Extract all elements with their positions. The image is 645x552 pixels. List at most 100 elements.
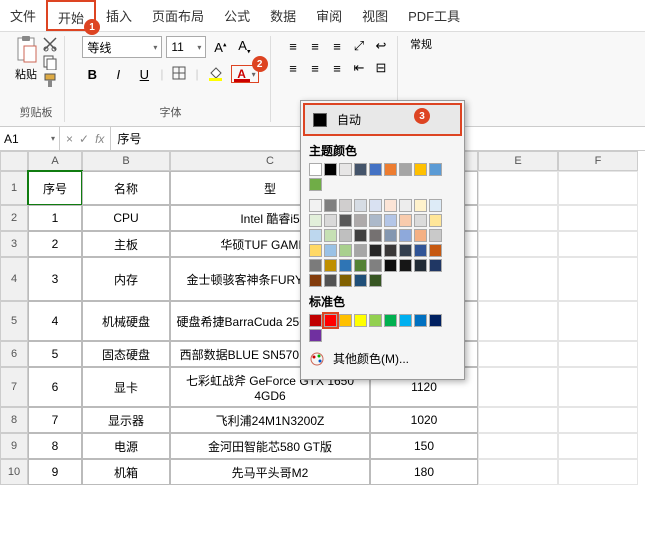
color-swatch[interactable] (429, 244, 442, 257)
color-swatch[interactable] (309, 314, 322, 327)
color-swatch[interactable] (369, 244, 382, 257)
cell[interactable]: 5 (28, 341, 82, 367)
color-swatch[interactable] (309, 214, 322, 227)
cell[interactable]: 3 (28, 257, 82, 301)
color-swatch[interactable] (414, 163, 427, 176)
row-header[interactable]: 9 (0, 433, 28, 459)
align-middle-button[interactable]: ≡ (305, 36, 325, 56)
color-swatch[interactable] (399, 229, 412, 242)
cell[interactable]: 1 (28, 205, 82, 231)
menu-file[interactable]: 文件 (0, 0, 46, 31)
wrap-button[interactable]: ↩ (371, 36, 391, 56)
color-swatch[interactable] (324, 274, 337, 287)
color-swatch[interactable] (384, 314, 397, 327)
color-swatch[interactable] (309, 199, 322, 212)
color-swatch[interactable] (339, 214, 352, 227)
align-left-button[interactable]: ≡ (283, 58, 303, 78)
color-swatch[interactable] (414, 314, 427, 327)
color-swatch[interactable] (369, 229, 382, 242)
cell[interactable] (558, 459, 638, 485)
bold-button[interactable]: B (82, 64, 102, 84)
italic-button[interactable]: I (108, 64, 128, 84)
align-right-button[interactable]: ≡ (327, 58, 347, 78)
cell[interactable] (478, 205, 558, 231)
color-swatch[interactable] (369, 314, 382, 327)
cell[interactable] (558, 433, 638, 459)
cell[interactable]: 金河田智能芯580 GT版 (170, 433, 370, 459)
menu-home[interactable]: 开始 1 (46, 0, 96, 31)
cell[interactable] (558, 341, 638, 367)
color-swatch[interactable] (309, 259, 322, 272)
cell[interactable]: 150 (370, 433, 478, 459)
col-header-B[interactable]: B (82, 151, 170, 171)
name-box[interactable]: A1 ▾ (0, 127, 60, 150)
cell[interactable]: 显示器 (82, 407, 170, 433)
color-swatch[interactable] (354, 214, 367, 227)
color-swatch[interactable] (309, 178, 322, 191)
paste-button[interactable]: 粘贴 (14, 36, 38, 88)
cancel-icon[interactable]: × (66, 132, 73, 146)
color-swatch[interactable] (369, 163, 382, 176)
color-swatch[interactable] (414, 199, 427, 212)
select-all-corner[interactable] (0, 151, 28, 171)
color-swatch[interactable] (384, 163, 397, 176)
cell[interactable] (558, 301, 638, 341)
menu-layout[interactable]: 页面布局 (142, 0, 214, 31)
color-swatch[interactable] (399, 244, 412, 257)
indent-dec-button[interactable]: ⇤ (349, 58, 369, 78)
color-swatch[interactable] (354, 274, 367, 287)
merge-button[interactable]: ⊟ (371, 58, 391, 78)
color-swatch[interactable] (429, 229, 442, 242)
cell[interactable]: 8 (28, 433, 82, 459)
color-swatch[interactable] (309, 329, 322, 342)
col-header-F[interactable]: F (558, 151, 638, 171)
color-swatch[interactable] (369, 199, 382, 212)
align-bottom-button[interactable]: ≡ (327, 36, 347, 56)
cell[interactable]: 电源 (82, 433, 170, 459)
color-swatch[interactable] (354, 259, 367, 272)
cell[interactable] (558, 205, 638, 231)
row-header[interactable]: 6 (0, 341, 28, 367)
more-colors-item[interactable]: 其他颜色(M)... (301, 344, 464, 373)
borders-button[interactable] (169, 64, 189, 84)
cell[interactable]: 1020 (370, 407, 478, 433)
color-swatch[interactable] (399, 314, 412, 327)
color-swatch[interactable] (369, 214, 382, 227)
color-swatch[interactable] (429, 259, 442, 272)
color-swatch[interactable] (309, 163, 322, 176)
color-swatch[interactable] (384, 259, 397, 272)
color-swatch[interactable] (384, 214, 397, 227)
cell[interactable] (558, 367, 638, 407)
font-size-select[interactable]: 11 ▾ (166, 36, 206, 58)
cell[interactable]: 主板 (82, 231, 170, 257)
color-swatch[interactable] (339, 259, 352, 272)
row-header[interactable]: 4 (0, 257, 28, 301)
menu-pdf[interactable]: PDF工具 (398, 0, 470, 31)
color-swatch[interactable] (429, 314, 442, 327)
color-swatch[interactable] (324, 199, 337, 212)
cell[interactable]: 4 (28, 301, 82, 341)
format-painter-icon[interactable] (42, 72, 58, 88)
color-swatch[interactable] (384, 199, 397, 212)
row-header[interactable]: 7 (0, 367, 28, 407)
align-top-button[interactable]: ≡ (283, 36, 303, 56)
fx-icon[interactable]: fx (95, 132, 104, 146)
color-swatch[interactable] (429, 199, 442, 212)
cell[interactable] (478, 367, 558, 407)
cell[interactable] (558, 257, 638, 301)
color-swatch[interactable] (324, 214, 337, 227)
color-swatch[interactable] (339, 229, 352, 242)
cell[interactable]: CPU (82, 205, 170, 231)
shrink-font-button[interactable]: A▾ (234, 37, 254, 57)
cell[interactable]: 内存 (82, 257, 170, 301)
color-swatch[interactable] (399, 163, 412, 176)
cell[interactable]: 飞利浦24M1N3200Z (170, 407, 370, 433)
cell[interactable]: 180 (370, 459, 478, 485)
color-swatch[interactable] (414, 259, 427, 272)
cell[interactable] (478, 407, 558, 433)
menu-data[interactable]: 数据 (260, 0, 306, 31)
cell[interactable]: 机械硬盘 (82, 301, 170, 341)
auto-color-item[interactable]: 自动 3 (303, 103, 462, 136)
color-swatch[interactable] (369, 259, 382, 272)
color-swatch[interactable] (339, 244, 352, 257)
